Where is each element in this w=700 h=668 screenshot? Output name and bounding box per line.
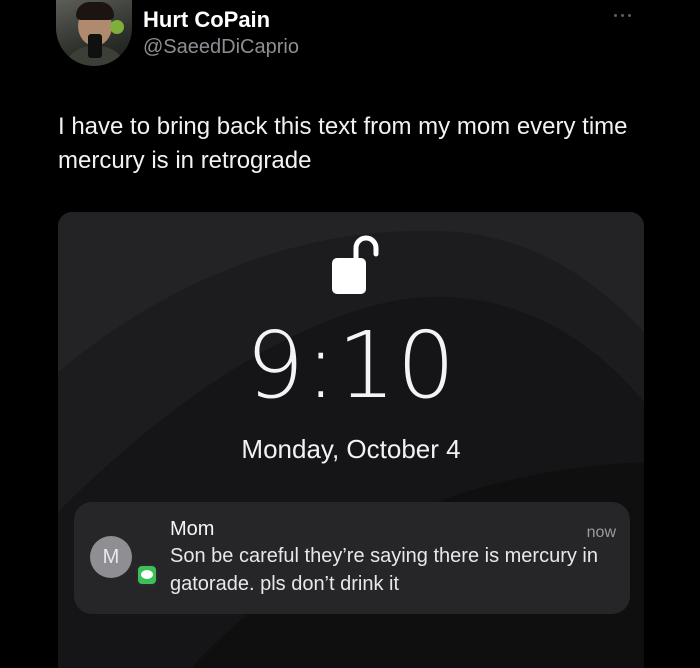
unlocked-padlock-icon [332,235,379,294]
lockscreen-image: 9:10 Monday, October 4 M Mom now Son be … [58,212,644,668]
notification-message: Son be careful they’re saying there is m… [170,545,598,595]
contact-avatar: M [90,536,132,578]
notification-time: now [586,524,616,541]
lockscreen-time: 9:10 [245,312,457,419]
notification-sender: Mom [170,518,215,540]
user-avatar[interactable] [56,0,132,66]
messages-icon [136,564,158,586]
tweet-header: Hurt CoPain @SaeedDiCaprio [0,0,700,90]
message-notification[interactable]: M Mom now Son be careful they’re saying … [74,502,630,614]
user-handle[interactable]: @SaeedDiCaprio [143,36,299,59]
lockscreen-date: Monday, October 4 [241,434,461,464]
display-name[interactable]: Hurt CoPain [143,7,270,33]
tweet-text: I have to bring back this text from my m… [58,113,628,174]
more-options-icon[interactable] [614,8,640,22]
